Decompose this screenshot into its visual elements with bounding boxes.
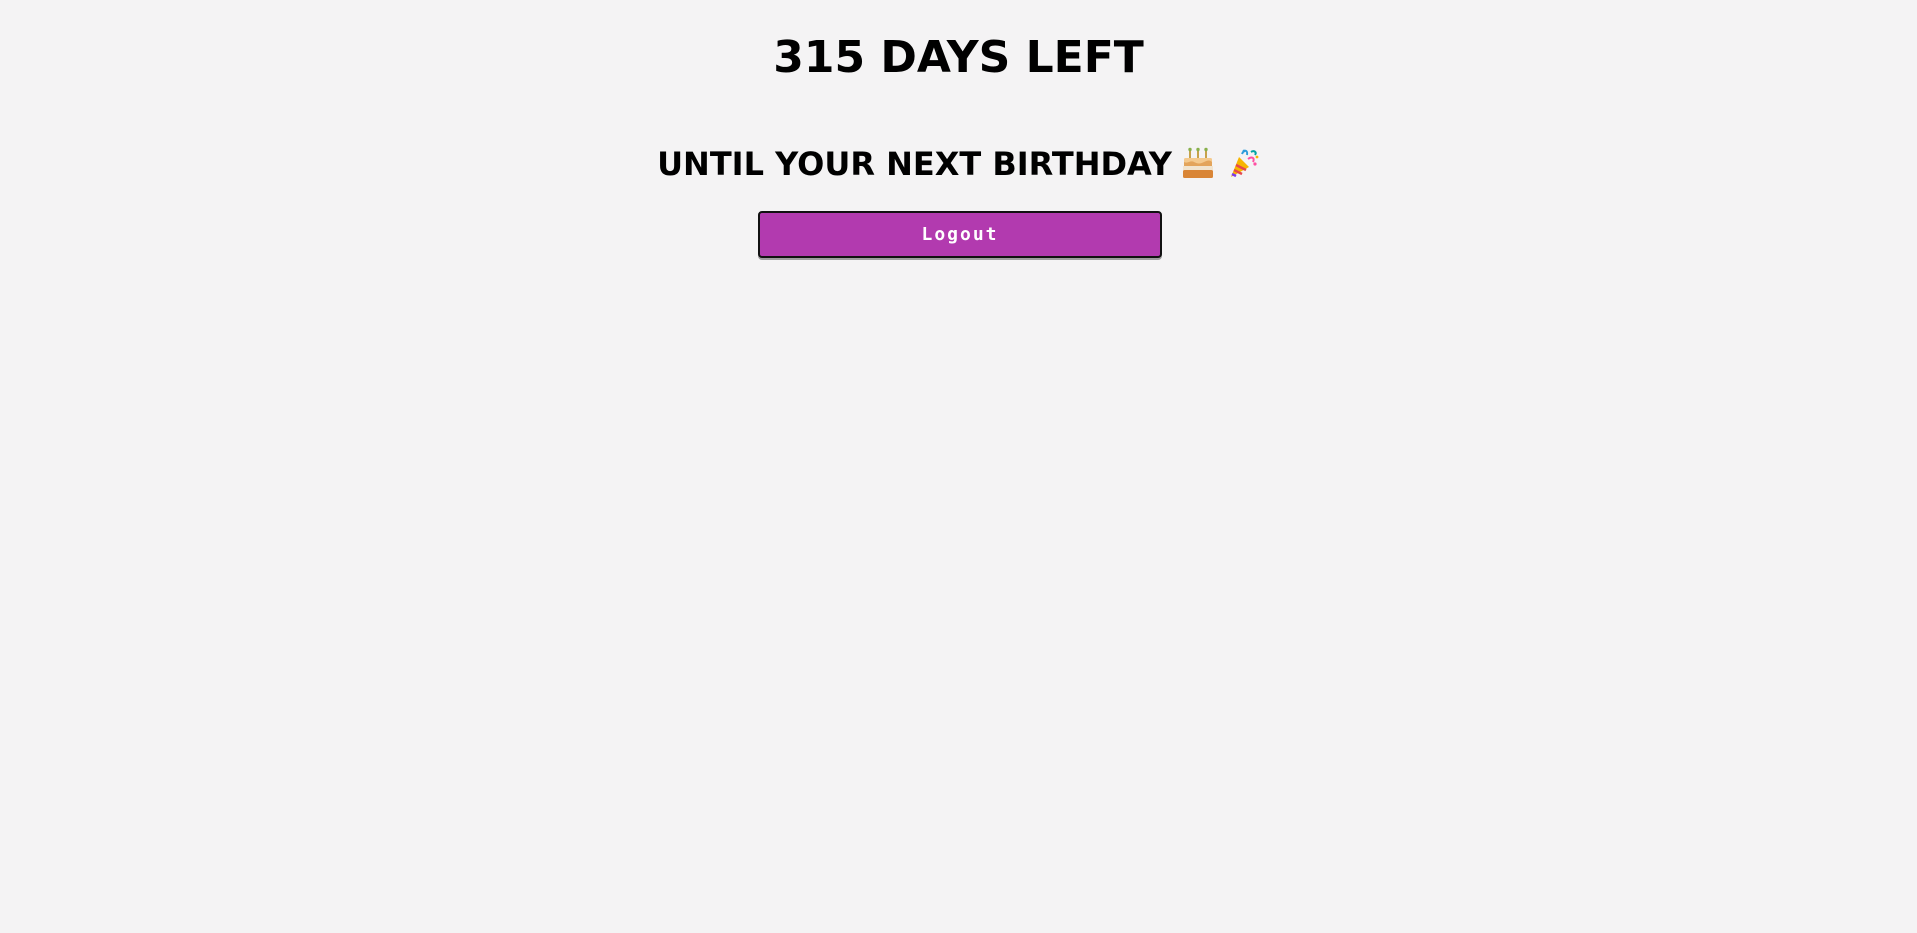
birthday-cake-icon: [1180, 146, 1216, 182]
birthday-subtitle-text: UNTIL YOUR NEXT BIRTHDAY: [657, 145, 1172, 183]
logout-button[interactable]: Logout: [758, 211, 1162, 258]
party-popper-icon: [1224, 146, 1260, 182]
birthday-subtitle: UNTIL YOUR NEXT BIRTHDAY: [0, 142, 1917, 186]
birthday-countdown-page: 315 DAYS LEFT UNTIL YOUR NEXT BIRTHDAY L…: [0, 0, 1917, 933]
days-left-heading: 315 DAYS LEFT: [773, 32, 1144, 83]
